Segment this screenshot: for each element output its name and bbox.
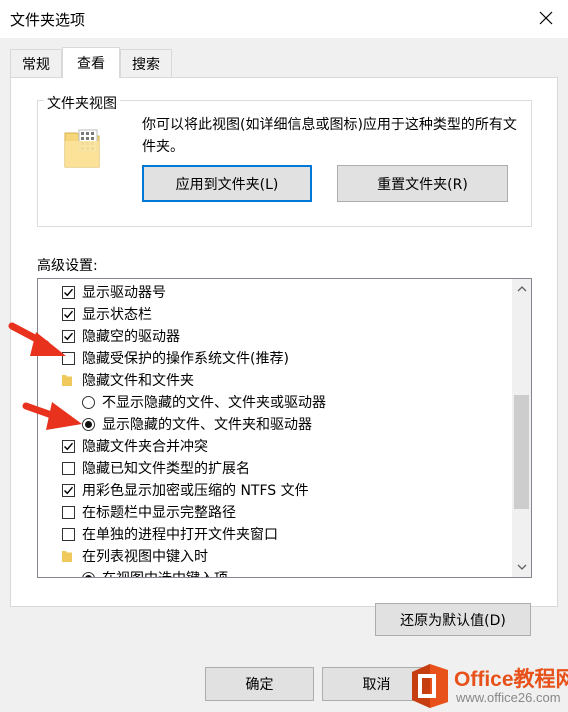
setting-hide-empty-drives[interactable]: 隐藏空的驱动器	[62, 325, 180, 347]
setting-show-drive-letters[interactable]: 显示驱动器号	[62, 281, 166, 303]
checkbox[interactable]	[62, 307, 75, 321]
setting-full-path-title-bar[interactable]: 在标题栏中显示完整路径	[62, 501, 236, 523]
tab-search[interactable]: 搜索	[120, 49, 172, 78]
checkbox[interactable]	[62, 461, 75, 475]
window-title: 文件夹选项	[10, 11, 86, 29]
close-button[interactable]	[528, 2, 564, 34]
checkbox[interactable]	[62, 527, 75, 541]
setting-label: 隐藏已知文件类型的扩展名	[82, 461, 250, 477]
checkbox[interactable]	[62, 483, 75, 497]
checkmark-icon	[64, 486, 74, 494]
vertical-scrollbar[interactable]	[512, 279, 531, 577]
setting-label: 不显示隐藏的文件、文件夹或驱动器	[102, 395, 326, 411]
ok-button[interactable]: 确定	[205, 667, 314, 701]
title-bar: 文件夹选项	[0, 0, 568, 38]
folder-icon	[62, 375, 72, 386]
reset-folders-button[interactable]: 重置文件夹(R)	[337, 165, 508, 202]
setting-label: 隐藏文件夹合并冲突	[82, 439, 208, 455]
close-icon	[539, 11, 553, 25]
checkbox[interactable]	[62, 505, 75, 519]
restore-defaults-button[interactable]: 还原为默认值(D)	[375, 603, 531, 636]
folder-view-icon	[64, 129, 100, 168]
setting-label: 用彩色显示加密或压缩的 NTFS 文件	[82, 483, 309, 499]
setting-color-ntfs-files[interactable]: 用彩色显示加密或压缩的 NTFS 文件	[62, 479, 309, 501]
checkmark-icon	[64, 442, 74, 450]
setting-label: 隐藏受保护的操作系统文件(推荐)	[82, 351, 289, 367]
setting-show-status-bar[interactable]: 显示状态栏	[62, 303, 152, 325]
watermark-url: www.office26.com	[456, 690, 561, 705]
folder-icon	[62, 551, 72, 562]
setting-label: 在标题栏中显示完整路径	[82, 505, 236, 521]
group-label: 在列表视图中键入时	[82, 549, 208, 565]
setting-label: 隐藏空的驱动器	[82, 329, 180, 345]
radio-dot	[85, 420, 92, 428]
advanced-settings-label: 高级设置:	[37, 258, 98, 274]
setting-show-hidden[interactable]: 显示隐藏的文件、文件夹和驱动器	[82, 413, 312, 435]
scroll-down-button[interactable]	[512, 557, 531, 577]
apply-to-folders-button[interactable]: 应用到文件夹(L)	[142, 165, 312, 202]
watermark-brand: Office教程网	[454, 668, 568, 691]
setting-label: 在视图中选中键入项	[102, 568, 228, 577]
setting-hide-protected-os-files[interactable]: 隐藏受保护的操作系统文件(推荐)	[62, 347, 289, 369]
radio-dot	[85, 574, 92, 577]
office-logo-icon	[412, 664, 448, 708]
scroll-thumb[interactable]	[514, 395, 529, 509]
setting-dont-show-hidden[interactable]: 不显示隐藏的文件、文件夹或驱动器	[82, 391, 326, 413]
group-hidden-files-and-folders: 隐藏文件和文件夹	[62, 369, 194, 391]
folder-views-description: 你可以将此视图(如详细信息或图标)应用于这种类型的所有文件夹。	[142, 117, 517, 155]
tab-general[interactable]: 常规	[10, 49, 62, 78]
group-typing-in-list-view: 在列表视图中键入时	[62, 545, 208, 567]
checkmark-icon	[64, 310, 74, 318]
setting-label: 在单独的进程中打开文件夹窗口	[82, 527, 278, 543]
radio-button[interactable]	[82, 571, 95, 577]
watermark: Office教程网 www.office26.com	[408, 660, 568, 712]
checkmark-icon	[64, 288, 74, 296]
annotation-arrow-icon	[22, 402, 82, 430]
annotation-arrow-icon	[8, 322, 66, 356]
setting-hide-merge-conflicts[interactable]: 隐藏文件夹合并冲突	[62, 435, 208, 457]
setting-label: 显示隐藏的文件、文件夹和驱动器	[102, 417, 312, 433]
setting-label: 显示状态栏	[82, 307, 152, 323]
setting-hide-extensions[interactable]: 隐藏已知文件类型的扩展名	[62, 457, 250, 479]
chevron-down-icon	[517, 564, 526, 570]
group-label: 隐藏文件和文件夹	[82, 373, 194, 389]
scroll-up-button[interactable]	[512, 279, 531, 299]
checkbox[interactable]	[62, 439, 75, 453]
setting-select-typed-item[interactable]: 在视图中选中键入项	[82, 567, 228, 577]
folder-views-legend: 文件夹视图	[44, 93, 120, 113]
advanced-settings-list[interactable]: 显示驱动器号 显示状态栏 隐藏空的驱动器 隐藏受保护的操作系统文件(推荐) 隐藏…	[37, 278, 532, 578]
setting-label: 显示驱动器号	[82, 285, 166, 301]
checkbox[interactable]	[62, 285, 75, 299]
tab-view[interactable]: 查看	[62, 47, 120, 78]
chevron-up-icon	[517, 286, 526, 292]
setting-separate-process[interactable]: 在单独的进程中打开文件夹窗口	[62, 523, 278, 545]
